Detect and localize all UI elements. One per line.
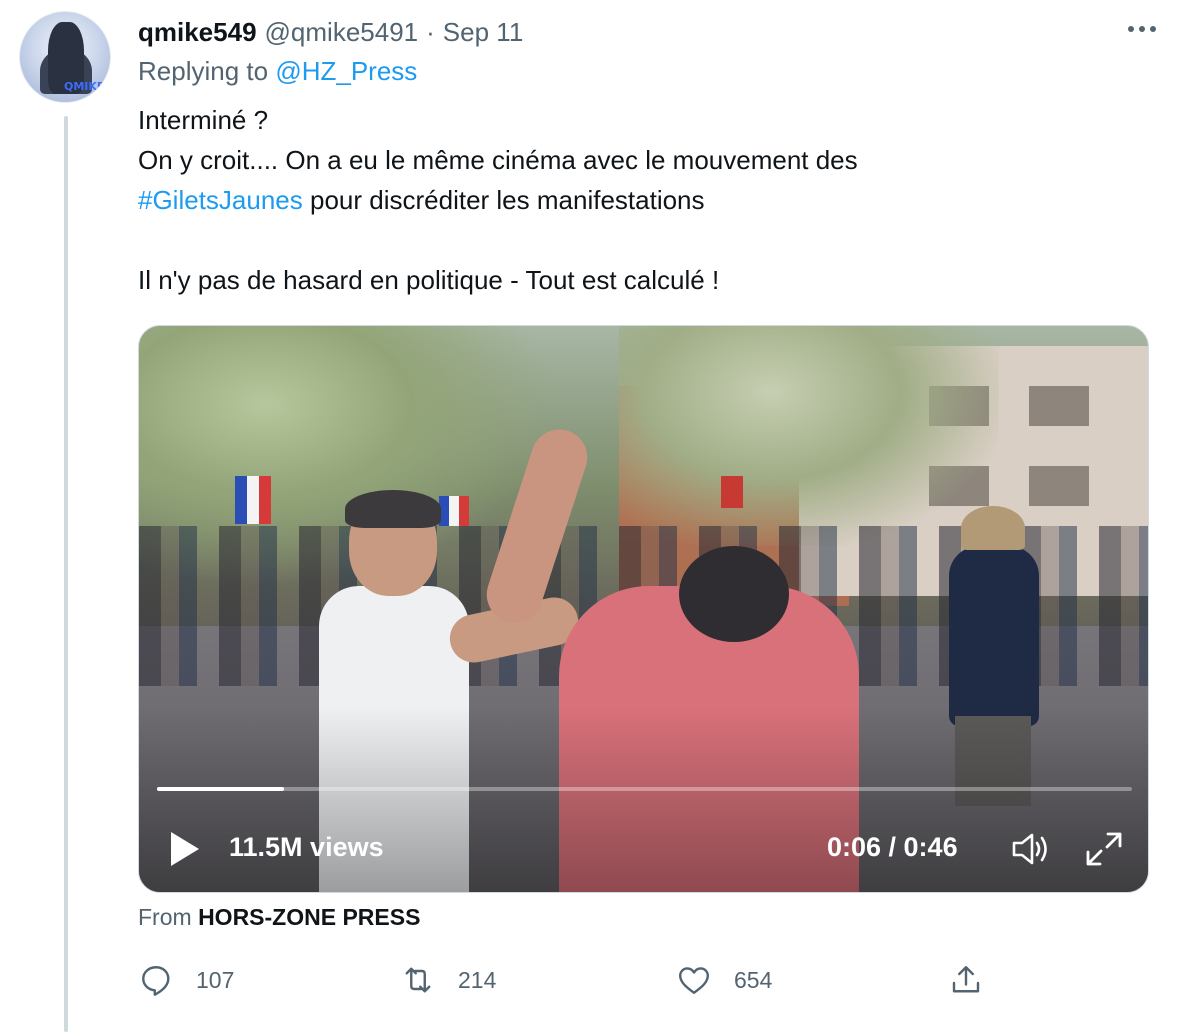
retweet-button[interactable]: 214 [400, 958, 496, 1002]
tweet-header: qmike549 @qmike5491 · Sep 11 [138, 14, 523, 50]
like-icon [679, 967, 709, 994]
video-progress-bar[interactable] [157, 787, 1132, 791]
tweet-line: On y croit.... On a eu le même cinéma av… [138, 145, 858, 175]
tweet-line-rest: pour discréditer les manifestations [302, 185, 705, 215]
more-options-icon[interactable] [1128, 26, 1156, 32]
tweet-line: #GiletsJaunes pour discréditer les manif… [138, 180, 1148, 220]
tweet-text: Interminé ? On y croit.... On a eu le mê… [138, 100, 1148, 300]
retweet-icon [405, 967, 431, 993]
video-frame-window [1029, 386, 1089, 426]
person-cap [345, 490, 441, 528]
video-time: 0:06 / 0:46 [827, 832, 958, 862]
avatar-logo-text: QMIKE [64, 80, 105, 93]
media-source: From HORS-ZONE PRESS [138, 904, 420, 931]
like-count: 654 [734, 966, 773, 993]
person-hat [961, 506, 1025, 550]
hashtag-link[interactable]: #GiletsJaunes [138, 185, 303, 215]
video-frame-flag [721, 476, 743, 508]
fullscreen-icon[interactable] [1084, 830, 1124, 868]
person-head [679, 546, 789, 642]
replying-to-label: Replying to [138, 56, 269, 86]
replying-to: Replying to @HZ_Press [138, 56, 417, 87]
play-icon[interactable] [171, 832, 199, 866]
replying-to-link[interactable]: @HZ_Press [275, 56, 417, 86]
author-name[interactable]: qmike549 [138, 17, 257, 48]
tweet-actions: 107 214 654 [138, 958, 998, 1002]
video-views: 11.5M views [229, 832, 384, 862]
more-dot [1150, 26, 1156, 32]
media-source-link[interactable]: HORS-ZONE PRESS [198, 904, 420, 930]
author-handle[interactable]: @qmike5491 [265, 17, 419, 48]
more-dot [1139, 26, 1145, 32]
more-dot [1128, 26, 1134, 32]
video-progress-fill [157, 787, 284, 791]
media-source-prefix: From [138, 904, 192, 930]
reply-button[interactable]: 107 [138, 958, 234, 1002]
avatar[interactable]: QMIKE [19, 11, 111, 103]
share-button[interactable] [948, 958, 984, 1002]
person-torso [949, 546, 1039, 726]
volume-icon[interactable] [1011, 831, 1051, 867]
video-controls-gradient [139, 706, 1148, 892]
retweet-count: 214 [458, 966, 497, 993]
reply-count: 107 [196, 966, 235, 993]
reply-icon [142, 966, 170, 996]
thread-line [64, 116, 68, 1032]
like-button[interactable]: 654 [676, 958, 772, 1002]
tweet-line: Il n'y pas de hasard en politique - Tout… [138, 265, 720, 295]
tweet-line: Interminé ? [138, 105, 269, 135]
video-frame-flag [235, 476, 271, 524]
tweet-date[interactable]: Sep 11 [443, 17, 523, 48]
header-separator: · [426, 16, 435, 47]
video-frame-window [1029, 466, 1089, 506]
video-player[interactable]: 11.5M views 0:06 / 0:46 [138, 325, 1149, 893]
share-icon [952, 966, 980, 993]
